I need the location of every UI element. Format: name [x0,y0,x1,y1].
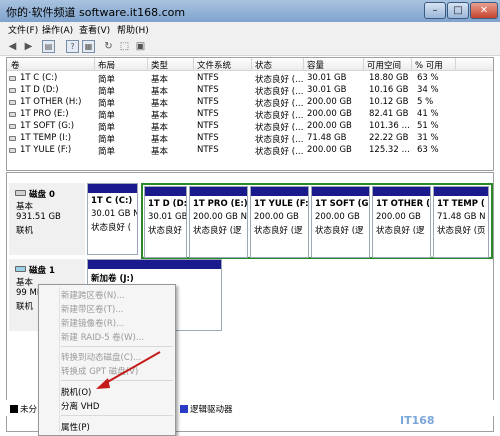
menu-help[interactable]: 帮助(H) [117,23,149,36]
column-status[interactable]: 状态 [255,59,272,71]
partition-g[interactable]: 1T SOFT (G 200.00 GB 状态良好 (逻 [311,186,370,258]
options-icon[interactable]: ▣ [134,40,147,53]
window-title: 你的·软件频道 software.it168.com [6,6,186,19]
disk-0-info[interactable]: 磁盘 0 基本 931.51 GB 联机 [9,183,85,255]
partition-c[interactable]: 1T C (C:) 30.01 GB N 状态良好 ( [87,183,138,255]
menu-file[interactable]: 文件(F) [8,23,38,36]
menu-convert-dynamic[interactable]: 转换到动态磁盘(C)... [61,351,141,363]
volume-icon [9,112,16,117]
volume-icon [9,124,16,129]
disk-1-name: 磁盘 1 [29,266,55,276]
partition-d[interactable]: 1T D (D:) 30.01 GB 状态良好 [144,186,187,258]
virtual-disk-icon [15,266,26,272]
menu-offline[interactable]: 脱机(O) [61,386,91,398]
close-button[interactable]: ✕ [470,2,498,19]
partition-e[interactable]: 1T PRO (E:) 200.00 GB N 状态良好 (逻 [189,186,248,258]
menu-action[interactable]: 操作(A) [42,23,73,36]
column-free-space[interactable]: 可用空间 [367,59,401,71]
menu-view[interactable]: 查看(V) [79,23,110,36]
volume-icon [9,88,16,93]
disk-context-menu: 新建跨区卷(N)... 新建带区卷(T)... 新建镜像卷(R)... 新建 R… [38,284,176,436]
table-row[interactable]: 1T OTHER (H:) 简单 基本 NTFS 状态良好 (… 200.00 … [7,97,493,109]
forward-icon[interactable]: ▶ [22,40,35,53]
volume-icon [9,148,16,153]
table-row[interactable]: 1T YULE (F:) 简单 基本 NTFS 状态良好 (… 200.00 G… [7,145,493,157]
refresh-icon[interactable]: ↻ [102,40,115,53]
partition-h[interactable]: 1T OTHER ( 200.00 GB 状态良好 (逻 [372,186,431,258]
menu-bar: 文件(F) 操作(A) 查看(V) 帮助(H) [0,22,500,37]
partition-f[interactable]: 1T YULE (F:) 200.00 GB 状态良好 (逻 [250,186,309,258]
column-percent-free[interactable]: % 可用 [415,59,443,71]
table-row[interactable]: 1T SOFT (G:) 简单 基本 NTFS 状态良好 (… 200.00 G… [7,121,493,133]
legend-unallocated-swatch [10,405,18,413]
minimize-button[interactable]: – [424,2,446,19]
help-icon[interactable]: ? [66,40,79,53]
volume-icon [9,76,16,81]
table-row[interactable]: 1T C (C:) 简单 基本 NTFS 状态良好 (… 30.01 GB 18… [7,73,493,85]
back-icon[interactable]: ◀ [6,40,19,53]
column-capacity[interactable]: 容量 [307,59,324,71]
menu-convert-gpt[interactable]: 转换成 GPT 磁盘(V) [61,365,138,377]
toolbar: ◀ ▶ ▤ ? ▦ ↻ ⬚ ▣ [0,37,500,56]
column-volume[interactable]: 卷 [11,59,20,71]
legend-logical-swatch [180,405,188,413]
disk-0-name: 磁盘 0 [29,190,55,200]
table-row[interactable]: 1T D (D:) 简单 基本 NTFS 状态良好 (… 30.01 GB 10… [7,85,493,97]
volume-icon [9,100,16,105]
rescan-disks-icon[interactable]: ⬚ [118,40,131,53]
column-layout[interactable]: 布局 [98,59,115,71]
volume-icon [9,136,16,141]
maximize-button[interactable]: □ [447,2,469,19]
menu-new-raid5-volume[interactable]: 新建 RAID-5 卷(W)... [61,331,144,343]
watermark: IT168 [400,414,435,427]
legend-logical: 逻辑驱动器 [190,405,233,415]
hard-disk-icon [15,190,26,196]
volume-list-header: 卷 布局 类型 文件系统 状态 容量 可用空间 % 可用 [7,58,493,71]
table-row[interactable]: 1T PRO (E:) 简单 基本 NTFS 状态良好 (… 200.00 GB… [7,109,493,121]
legend-unallocated: 未分 [20,405,38,415]
menu-properties[interactable]: 属性(P) [61,421,90,433]
properties-icon[interactable]: ▦ [82,40,95,53]
column-type[interactable]: 类型 [151,59,168,71]
column-filesystem[interactable]: 文件系统 [197,59,231,71]
title-bar: 你的·软件频道 software.it168.com – □ ✕ [0,0,500,22]
menu-new-spanned-volume[interactable]: 新建跨区卷(N)... [61,289,125,301]
menu-new-striped-volume[interactable]: 新建带区卷(T)... [61,303,123,315]
console-tree-icon[interactable]: ▤ [42,40,55,53]
menu-new-mirrored-volume[interactable]: 新建镜像卷(R)... [61,317,124,329]
menu-detach-vhd[interactable]: 分离 VHD [61,400,99,412]
volume-list: 卷 布局 类型 文件系统 状态 容量 可用空间 % 可用 1T C (C:) 简… [6,57,494,171]
partition-i[interactable]: 1T TEMP ( 71.48 GB N 状态良好 (页 [433,186,489,258]
table-row[interactable]: 1T TEMP (I:) 简单 基本 NTFS 状态良好 (… 71.48 GB… [7,133,493,145]
